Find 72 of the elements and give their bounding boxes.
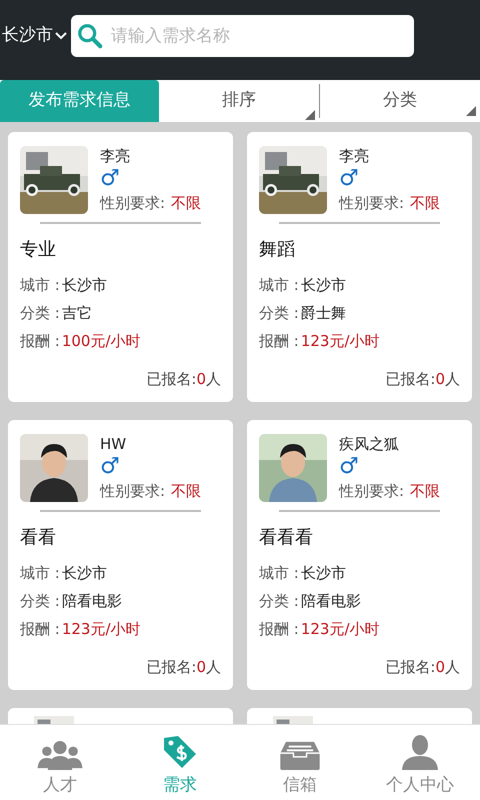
- field-label: 分类 :: [20, 591, 60, 612]
- signup-count: 0: [196, 369, 206, 390]
- field-value: 吉它: [62, 303, 92, 324]
- field-value: 陪看电影: [62, 591, 122, 612]
- filter-dropdown[interactable]: 分类: [320, 84, 480, 118]
- field-value: 长沙市: [300, 563, 346, 584]
- gender-requirement-label: 性别要求:: [100, 481, 166, 502]
- field-value: 123元/小时: [300, 619, 380, 640]
- field-label: 报酬 :: [20, 331, 60, 352]
- field-label: 城市 :: [20, 563, 60, 584]
- demand-title: 看看: [20, 526, 57, 550]
- field-label: 分类 :: [20, 303, 60, 324]
- group-icon: [37, 740, 83, 770]
- gender-requirement-value: 不限: [410, 481, 440, 502]
- gender-symbol: ♂: [339, 166, 360, 192]
- field-label: 分类 :: [259, 591, 299, 612]
- field-value: 长沙市: [62, 563, 107, 584]
- field-label: 报酬 :: [259, 331, 299, 352]
- gender-requirement-label: 性别要求:: [100, 193, 166, 214]
- gender-symbol: ♂: [339, 454, 360, 480]
- field-label: 城市 :: [259, 275, 299, 296]
- gender-symbol: ♂: [100, 166, 121, 192]
- inbox-tray-icon: [280, 740, 320, 770]
- field-value: 100元/小时: [62, 331, 141, 352]
- chevron-down-icon: [55, 32, 67, 40]
- signup-unit: 人: [445, 369, 460, 390]
- field-value: 长沙市: [62, 275, 107, 296]
- gender-requirement-value: 不限: [171, 481, 202, 502]
- field-value: 123元/小时: [62, 619, 141, 640]
- city-selector[interactable]: 长沙市: [2, 23, 67, 49]
- gender-requirement-value: 不限: [410, 193, 440, 214]
- signup-label: 已报名:: [146, 657, 196, 678]
- field-value: 爵士舞: [300, 303, 346, 324]
- gender-requirement-value: 不限: [171, 193, 202, 214]
- signup-label: 已报名:: [385, 369, 436, 390]
- signup-count: 0: [435, 657, 445, 678]
- field-value: 长沙市: [300, 275, 346, 296]
- user-name: 疾风之狐: [339, 434, 400, 454]
- signup-unit: 人: [206, 369, 221, 390]
- corner-triangle-icon: [466, 106, 476, 116]
- field-value: 123元/小时: [300, 331, 380, 352]
- gender-symbol: ♂: [100, 454, 121, 480]
- user-name: HW: [100, 434, 128, 454]
- gender-requirement-label: 性别要求:: [339, 481, 404, 502]
- search-icon: [77, 23, 103, 49]
- demand-card[interactable]: 李亮 ♂ 性别要求: 不限 专业 城市 :长沙市 分类 :吉它 报酬 :100元/小时 已报名:0人: [8, 132, 233, 402]
- field-label: 城市 :: [20, 275, 60, 296]
- user-name: 李亮: [339, 146, 370, 166]
- user-name: 李亮: [100, 146, 131, 166]
- signup-unit: 人: [445, 657, 460, 678]
- demand-card[interactable]: HW ♂ 性别要求: 不限 看看 城市 :长沙市 分类 :陪看电影 报酬 :123元/小时 已报名:0人: [8, 420, 233, 690]
- corner-triangle-icon: [305, 110, 315, 120]
- user-icon: [402, 734, 438, 770]
- search-field[interactable]: 请输入需求名称: [71, 15, 414, 57]
- signup-label: 已报名:: [146, 369, 196, 390]
- signup-label: 已报名:: [385, 657, 436, 678]
- demand-title: 专业: [20, 238, 57, 262]
- signup-count: 0: [435, 369, 445, 390]
- price-tag-icon: [162, 734, 198, 770]
- field-value: 陪看电影: [300, 591, 361, 612]
- demand-title: 舞蹈: [259, 238, 296, 262]
- field-label: 报酬 :: [259, 619, 299, 640]
- demand-title: 看看看: [259, 526, 314, 550]
- demand-card[interactable]: 疾风之狐 ♂ 性别要求: 不限 看看看 城市 :长沙市 分类 :陪看电影 报酬 :123元/小时 已报名:0人: [247, 420, 472, 690]
- signup-count: 0: [196, 657, 206, 678]
- field-label: 报酬 :: [20, 619, 60, 640]
- demand-card[interactable]: 李亮 ♂ 性别要求: 不限 舞蹈 城市 :长沙市 分类 :爵士舞 报酬 :123元/小时 已报名:0人: [247, 132, 472, 402]
- signup-unit: 人: [206, 657, 221, 678]
- filter-dropdown[interactable]: 排序: [159, 80, 319, 122]
- field-label: 分类 :: [259, 303, 299, 324]
- field-label: 城市 :: [259, 563, 299, 584]
- gender-requirement-label: 性别要求:: [339, 193, 404, 214]
